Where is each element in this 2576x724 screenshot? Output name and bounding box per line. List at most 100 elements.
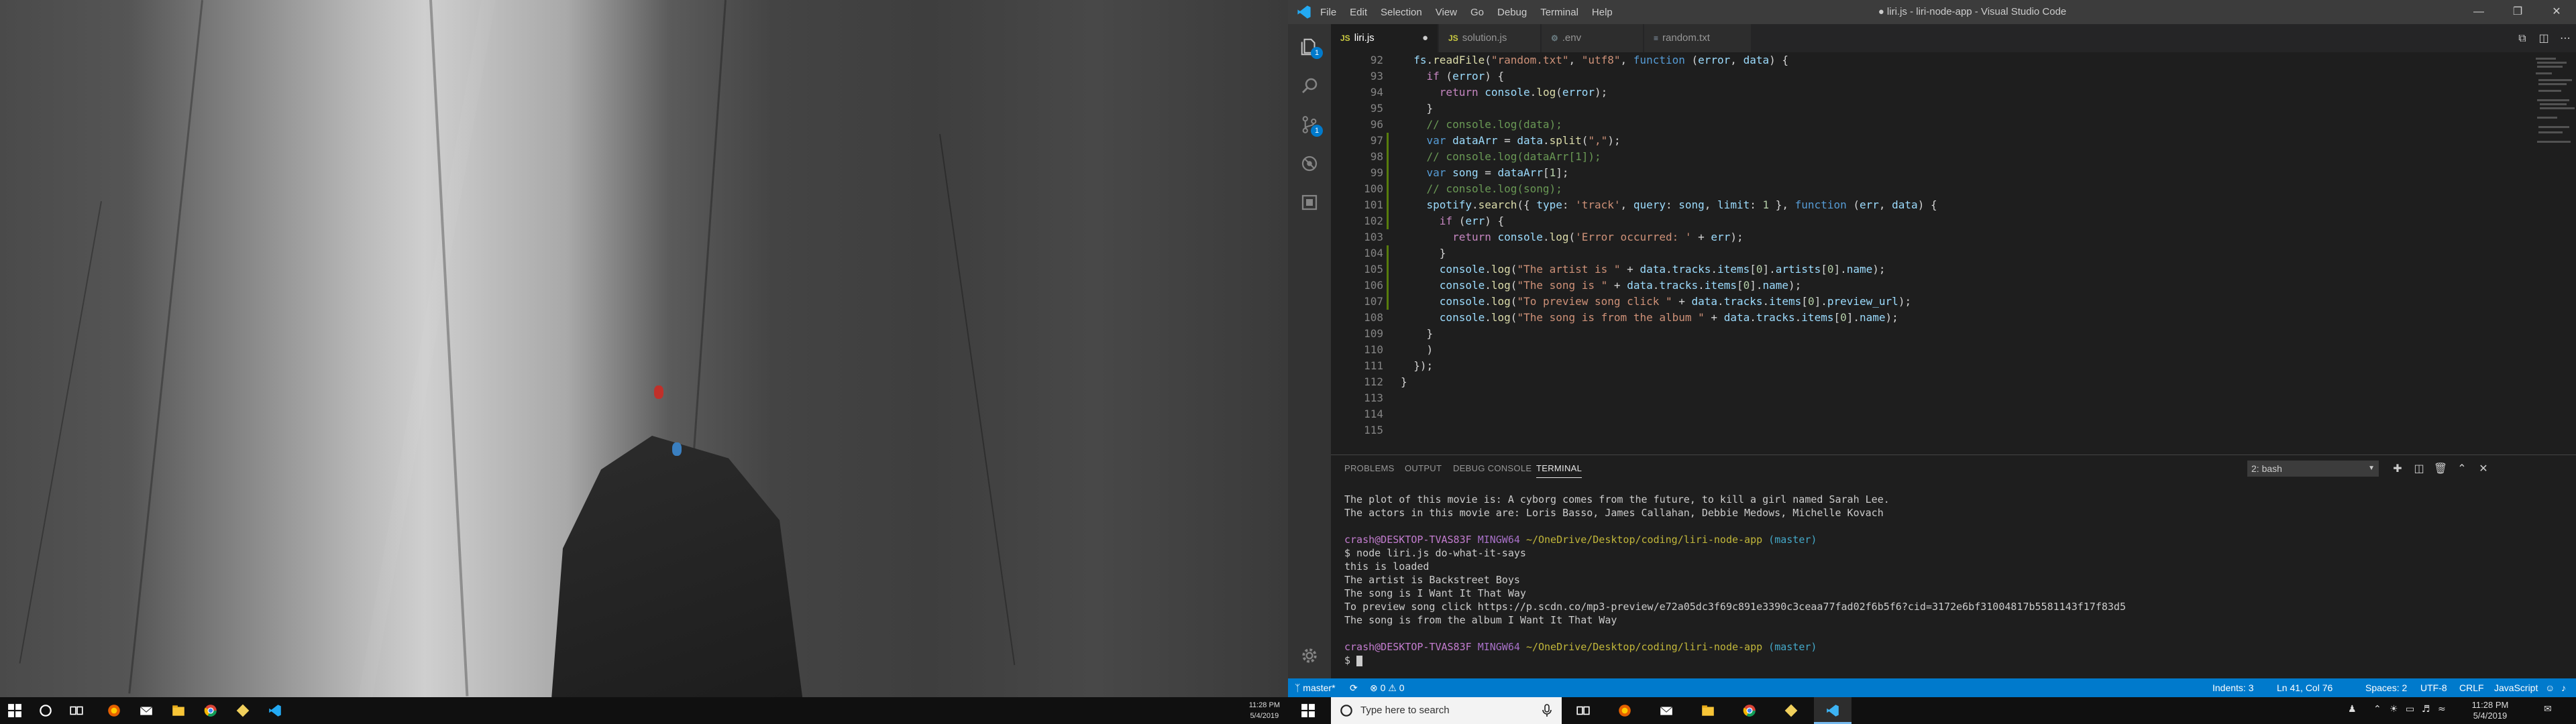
gear-file-icon: ⚙ <box>1551 34 1558 43</box>
close-button[interactable]: ✕ <box>2537 0 2576 24</box>
search-circle-icon <box>1339 703 1354 718</box>
menu-help[interactable]: Help <box>1592 7 1613 18</box>
terminal-input[interactable]: $ <box>1344 654 1363 667</box>
line-number: 108 <box>1364 311 1383 324</box>
language-mode[interactable]: JavaScript <box>2494 678 2538 697</box>
line-number: 110 <box>1364 343 1383 356</box>
line-number: 113 <box>1364 391 1383 404</box>
notifications-bell-icon[interactable]: ♪ <box>2561 678 2566 697</box>
menu-selection[interactable]: Selection <box>1381 7 1422 18</box>
close-panel-icon[interactable]: ✕ <box>2475 461 2491 477</box>
explorer-badge: 1 <box>1311 47 1323 59</box>
line-number: 94 <box>1370 86 1383 99</box>
maximize-button[interactable]: ❐ <box>2498 0 2537 24</box>
feedback-smiley-icon[interactable]: ☺ <box>2545 678 2555 697</box>
tab-random-txt[interactable]: ≡ random.txt <box>1644 24 1752 52</box>
code-line: 104 } <box>1331 245 2525 261</box>
firefox-icon[interactable] <box>106 703 122 719</box>
tab-problems[interactable]: PROBLEMS <box>1344 463 1395 473</box>
mail-icon[interactable] <box>138 703 154 719</box>
chrome-icon[interactable] <box>203 703 219 719</box>
wifi-icon[interactable]: ≈ <box>2438 704 2446 715</box>
code-line: 95 } <box>1331 101 2525 117</box>
explorer-icon[interactable]: 1 <box>1295 32 1324 62</box>
maximize-panel-icon[interactable]: ⌃ <box>2454 461 2470 477</box>
split-terminal-icon[interactable]: ◫ <box>2411 461 2427 477</box>
error-count: ⊗ 0 <box>1370 682 1386 693</box>
vscode-taskbar-icon[interactable] <box>267 703 283 719</box>
git-icon[interactable] <box>1783 703 1799 719</box>
tab-liri-js[interactable]: JS liri.js ● <box>1331 24 1438 52</box>
terminal-line[interactable]: To preview song click https://p.scdn.co/… <box>1344 600 2126 613</box>
line-number: 97 <box>1370 134 1383 147</box>
branch-indicator[interactable]: ᛉ master* <box>1295 678 1336 697</box>
source-control-icon[interactable]: 1 <box>1295 110 1324 139</box>
left-clock-time: 11:28 PM <box>1248 701 1280 709</box>
tab-output[interactable]: OUTPUT <box>1405 463 1442 473</box>
search-icon[interactable] <box>1295 71 1324 101</box>
code-line: 106 console.log("The song is " + data.tr… <box>1331 278 2525 294</box>
chevron-up-icon[interactable]: ⌃ <box>2373 704 2381 715</box>
prompt-env: MINGW64 <box>1477 534 1520 546</box>
modified-dot-icon[interactable]: ● <box>1422 24 1428 52</box>
people-icon[interactable]: ♟ <box>2348 704 2357 715</box>
tab-terminal[interactable]: TERMINAL <box>1536 463 1582 478</box>
tab-env[interactable]: ⚙ .env <box>1542 24 1644 52</box>
tab-solution-js[interactable]: JS solution.js <box>1439 24 1541 52</box>
debug-icon[interactable] <box>1295 149 1324 178</box>
menu-debug[interactable]: Debug <box>1497 7 1527 18</box>
tab-debug-console[interactable]: DEBUG CONSOLE <box>1453 463 1532 473</box>
eol-status[interactable]: CRLF <box>2459 678 2484 697</box>
settings-gear-icon[interactable] <box>1295 641 1324 670</box>
task-view-icon[interactable] <box>1575 703 1591 719</box>
volume-icon[interactable]: ♬ <box>2422 704 2430 715</box>
prompt-env: MINGW64 <box>1477 641 1520 653</box>
more-actions-icon[interactable]: ⋯ <box>2555 24 2576 52</box>
app-tray-icon[interactable]: ☀ <box>2390 704 2398 715</box>
sync-icon[interactable]: ⟳ <box>1350 678 1358 697</box>
chevron-down-icon: ▼ <box>2368 465 2375 472</box>
code-line: 114 <box>1331 406 2525 422</box>
file-explorer-icon[interactable] <box>1700 703 1716 719</box>
encoding-status[interactable]: UTF-8 <box>2420 678 2447 697</box>
taskbar-search-box[interactable]: Type here to search <box>1331 697 1562 724</box>
minimap[interactable] <box>2533 52 2576 455</box>
menu-file[interactable]: File <box>1320 7 1336 18</box>
microphone-icon[interactable] <box>1540 703 1554 718</box>
menu-terminal[interactable]: Terminal <box>1540 7 1578 18</box>
line-number: 93 <box>1370 70 1383 82</box>
cortana-icon[interactable] <box>38 703 54 719</box>
trash-icon[interactable]: 🗑 <box>2432 461 2449 477</box>
menu-go[interactable]: Go <box>1470 7 1484 18</box>
right-clock[interactable]: 11:28 PM 5/4/2019 <box>2463 700 2517 721</box>
new-terminal-icon[interactable]: ✚ <box>2390 461 2406 477</box>
problems-indicator[interactable]: ⊗ 0 ⚠ 0 <box>1370 678 1405 697</box>
network-icon[interactable]: ▭ <box>2406 704 2414 715</box>
chrome-icon[interactable] <box>1741 703 1758 719</box>
code-editor[interactable]: 92 fs.readFile("random.txt", "utf8", fun… <box>1331 52 2533 455</box>
windows-start-icon[interactable] <box>7 703 23 719</box>
left-clock[interactable]: 11:28 PM 5/4/2019 <box>1249 700 1280 721</box>
file-explorer-icon[interactable] <box>170 703 186 719</box>
spaces-status[interactable]: Spaces: 2 <box>2365 678 2407 697</box>
extensions-icon[interactable] <box>1295 188 1324 217</box>
climber-blue <box>672 442 682 456</box>
open-changes-icon[interactable]: ⧉ <box>2512 24 2533 52</box>
menu-edit[interactable]: Edit <box>1350 7 1367 18</box>
action-center-icon[interactable]: ✉ <box>2544 704 2552 715</box>
menu-view[interactable]: View <box>1436 7 1457 18</box>
terminal-line: this is loaded <box>1344 560 1430 572</box>
windows-start-icon[interactable] <box>1300 703 1316 719</box>
split-editor-icon[interactable]: ◫ <box>2533 24 2555 52</box>
cursor-position[interactable]: Ln 41, Col 76 <box>2277 678 2332 697</box>
indent-status[interactable]: Indents: 3 <box>2212 678 2254 697</box>
task-view-icon[interactable] <box>68 703 85 719</box>
prompt-branch: (master) <box>1768 534 1817 546</box>
mail-icon[interactable] <box>1658 703 1674 719</box>
bottom-panel: PROBLEMS OUTPUT DEBUG CONSOLE TERMINAL 2… <box>1331 455 2576 679</box>
git-icon[interactable] <box>235 703 251 719</box>
terminal-select[interactable]: 2: bash ▼ <box>2247 461 2379 477</box>
firefox-icon[interactable] <box>1617 703 1633 719</box>
minimize-button[interactable]: — <box>2459 0 2498 24</box>
input-prompt: $ <box>1344 654 1351 666</box>
